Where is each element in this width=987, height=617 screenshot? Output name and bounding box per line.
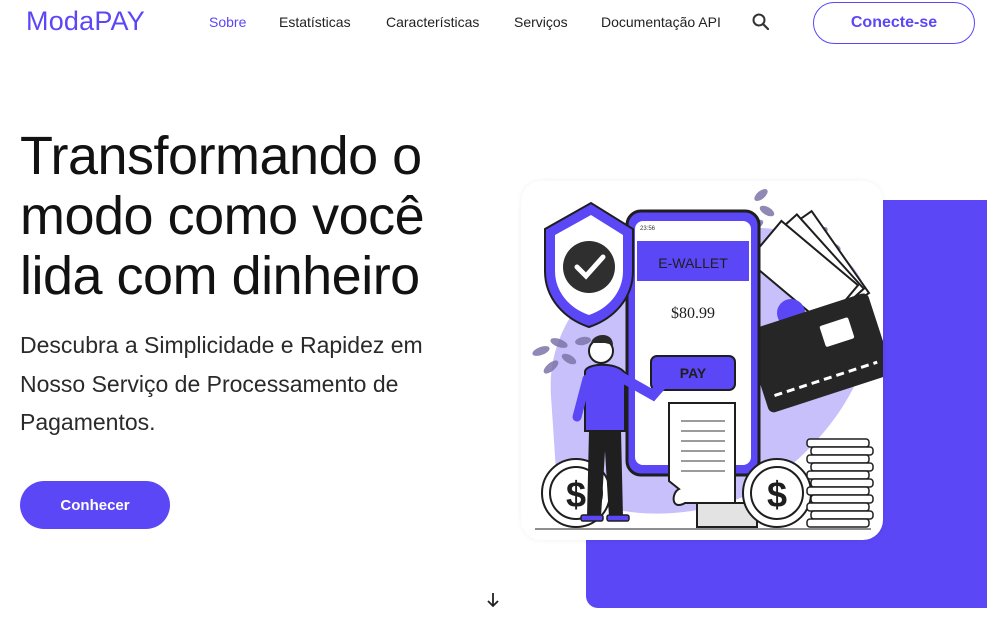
- search-icon[interactable]: [751, 12, 771, 32]
- arrow-down-icon[interactable]: [485, 591, 501, 609]
- coin-dollar-right: $: [767, 474, 787, 515]
- hero-title: Transformando o modo como você lida com …: [20, 126, 425, 306]
- amount-text: $80.99: [671, 305, 715, 322]
- nav-item-documentacao-api[interactable]: Documentação API: [601, 14, 721, 30]
- ewallet-illustration: 23:56 E-WALLET $80.99 PAY $ $: [532, 189, 883, 530]
- brand-logo[interactable]: ModaPAY: [26, 6, 145, 37]
- ewallet-label: E-WALLET: [658, 255, 728, 271]
- conhecer-button[interactable]: Conhecer: [20, 481, 170, 529]
- nav-item-sobre[interactable]: Sobre: [209, 14, 246, 30]
- coin-dollar-left: $: [566, 474, 586, 515]
- nav-item-estatisticas[interactable]: Estatísticas: [279, 14, 351, 30]
- nav-item-caracteristicas[interactable]: Características: [386, 14, 479, 30]
- phone-time-text: 23:56: [640, 226, 656, 232]
- connect-button[interactable]: Conecte-se: [813, 2, 975, 44]
- pay-label: PAY: [680, 365, 707, 381]
- nav-item-servicos[interactable]: Serviços: [514, 14, 568, 30]
- hero-subtitle: Descubra a Simplicidade e Rapidez em Nos…: [20, 332, 423, 435]
